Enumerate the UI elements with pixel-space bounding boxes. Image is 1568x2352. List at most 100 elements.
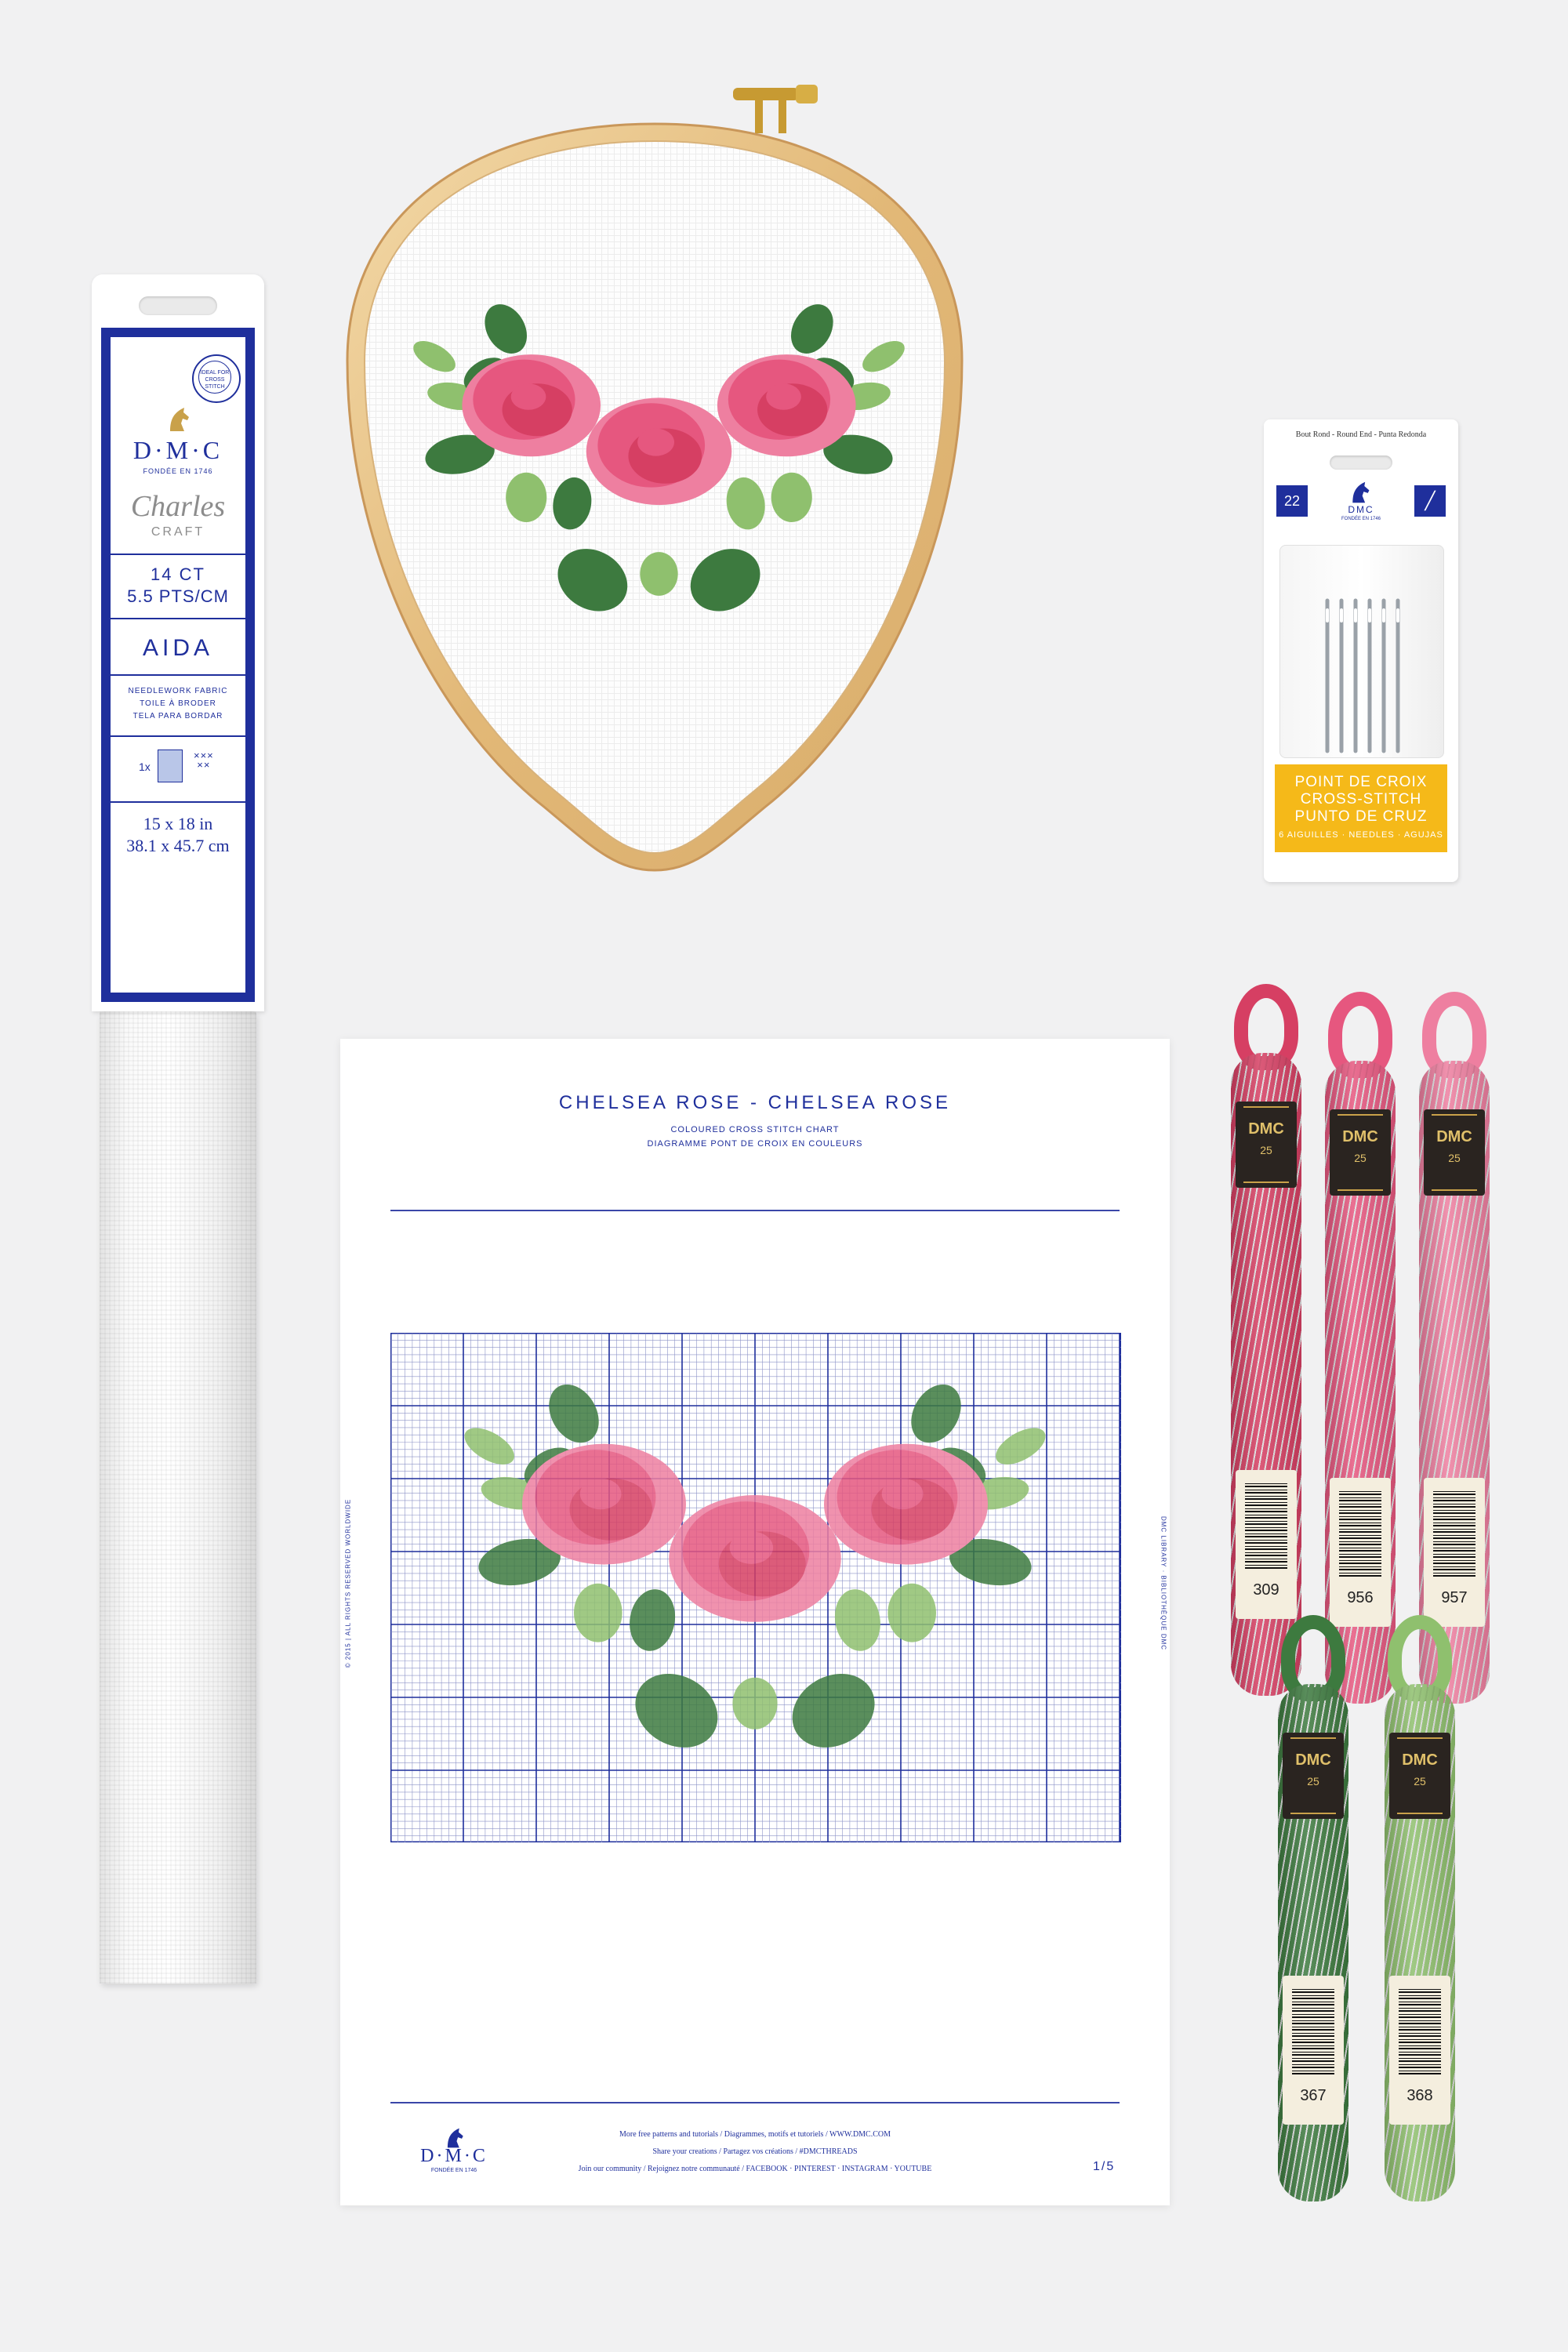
rose-leaf bbox=[506, 472, 547, 522]
rose-leaf bbox=[771, 472, 812, 522]
needle-line3: PUNTO DE CRUZ bbox=[1294, 808, 1428, 825]
skein-band-top: DMC 25 bbox=[1424, 1109, 1485, 1196]
divider bbox=[390, 1210, 1120, 1211]
rose-leaf bbox=[640, 552, 678, 596]
dmc-founded: FONDÉE EN 1746 bbox=[143, 467, 213, 475]
thread-size: 25 bbox=[1414, 1775, 1426, 1788]
skein-band-top: DMC 25 bbox=[1236, 1102, 1297, 1188]
thread-skein-309: DMC 25 309 bbox=[1223, 984, 1309, 1705]
desc-en: NEEDLEWORK FABRIC bbox=[128, 687, 228, 695]
rose-leaf bbox=[574, 1583, 622, 1642]
needle-line4: 6 AIGUILLES · NEEDLES · AGUJAS bbox=[1279, 830, 1443, 840]
needle-pack: Bout Rond - Round End - Punta Redonda 22… bbox=[1264, 419, 1458, 882]
needle-brand: DMC bbox=[1348, 504, 1374, 515]
dmc-brand: D·M·C bbox=[132, 436, 223, 464]
thread-skein-367: DMC 25 367 bbox=[1270, 1615, 1356, 2211]
rose-petal bbox=[766, 383, 801, 410]
needle-line1: POINT DE CROIX bbox=[1294, 774, 1428, 790]
rose-petal bbox=[579, 1478, 622, 1510]
needles bbox=[1325, 598, 1400, 753]
needle-blister bbox=[1279, 545, 1444, 758]
thread-count: 14 CT bbox=[151, 564, 205, 584]
dmc-horse-logo bbox=[1348, 481, 1372, 504]
needle-pack-header: Bout Rond - Round End - Punta Redonda bbox=[1295, 430, 1427, 439]
divider bbox=[111, 618, 245, 619]
rose-leaf bbox=[732, 1677, 778, 1730]
pack-label: IDEAL FOR CROSS STITCH D·M·C FONDÉE EN 1… bbox=[111, 337, 245, 993]
desc-fr: TOILE À BRODER bbox=[140, 699, 216, 708]
skein-band-bottom: 956 bbox=[1330, 1478, 1391, 1627]
thread-number: 957 bbox=[1441, 1589, 1468, 1606]
chart-sheet: CHELSEA ROSE - CHELSEA ROSE COLOURED CRO… bbox=[340, 1039, 1170, 2205]
qty-label: 1x bbox=[139, 760, 151, 773]
skein-band-bottom: 368 bbox=[1389, 1976, 1450, 2125]
rose-petal bbox=[637, 428, 675, 456]
thread-number: 367 bbox=[1300, 2087, 1327, 2104]
skein-band-top: DMC 25 bbox=[1389, 1733, 1450, 1819]
thread-number: 309 bbox=[1253, 1581, 1279, 1599]
skein-band-top: DMC 25 bbox=[1330, 1109, 1391, 1196]
dmc-horse-logo bbox=[165, 406, 192, 433]
rose-petal bbox=[729, 1531, 774, 1564]
divider bbox=[111, 801, 245, 803]
needle-line2: CROSS-STITCH bbox=[1300, 791, 1422, 808]
series-name-2: CRAFT bbox=[151, 525, 205, 539]
thread-size: 25 bbox=[1448, 1152, 1461, 1164]
barcode bbox=[1339, 1490, 1381, 1577]
fabric-icon bbox=[158, 750, 183, 782]
barcode bbox=[1245, 1483, 1287, 1569]
footer-line3: Join our community / Rejoignez notre com… bbox=[578, 2165, 932, 2173]
copyright-side: © 2015 | ALL RIGHTS RESERVED WORLDWIDE bbox=[344, 1498, 352, 1668]
divider bbox=[111, 735, 245, 737]
aida-fabric-pack: IDEAL FOR CROSS STITCH D·M·C FONDÉE EN 1… bbox=[92, 274, 264, 1984]
library-side: DMC LIBRARY · BIBLIOTHÈQUE DMC bbox=[1160, 1515, 1167, 1651]
thread-size: 25 bbox=[1260, 1144, 1272, 1156]
thread-skein-368: DMC 25 368 bbox=[1377, 1615, 1463, 2211]
cross-stitch-icon: ××× ×× bbox=[194, 750, 214, 771]
needle-icon: ╱ bbox=[1414, 485, 1446, 517]
series-name: Charles bbox=[130, 490, 226, 523]
rose-petal bbox=[510, 383, 546, 410]
fabric-type: AIDA bbox=[142, 635, 214, 661]
footer-line1: More free patterns and tutorials / Diagr… bbox=[619, 2130, 891, 2139]
barcode bbox=[1292, 1988, 1334, 2074]
chart-subtitle-fr: DIAGRAMME PONT DE CROIX EN COULEURS bbox=[647, 1139, 863, 1149]
hang-hole bbox=[139, 296, 217, 315]
dmc-thread-logo: DMC bbox=[1436, 1128, 1472, 1145]
desc-es: TELA PARA BORDAR bbox=[132, 712, 223, 720]
barcode bbox=[1433, 1490, 1475, 1577]
page-number: 1/5 bbox=[1093, 2160, 1116, 2173]
divider bbox=[390, 2102, 1120, 2103]
dmc-thread-logo: DMC bbox=[1248, 1120, 1284, 1138]
cross-stitch-chart bbox=[389, 1331, 1123, 1846]
needle-brand-sub: FONDÉE EN 1746 bbox=[1341, 517, 1381, 521]
pack-header-card: IDEAL FOR CROSS STITCH D·M·C FONDÉE EN 1… bbox=[92, 274, 264, 1011]
dmc-thread-logo: DMC bbox=[1295, 1751, 1331, 1769]
size-cm: 38.1 x 45.7 cm bbox=[126, 836, 230, 855]
dmc-thread-logo: DMC bbox=[1342, 1128, 1378, 1145]
skein-band-bottom: 309 bbox=[1236, 1470, 1297, 1619]
rose-petal bbox=[881, 1478, 924, 1510]
skein-band-top: DMC 25 bbox=[1283, 1733, 1344, 1819]
divider bbox=[111, 674, 245, 676]
skein-band-bottom: 367 bbox=[1283, 1976, 1344, 2125]
embroidery-hoop bbox=[325, 78, 984, 972]
thread-count-metric: 5.5 PTS/CM bbox=[127, 586, 229, 606]
needle-size-box: 22 bbox=[1276, 485, 1308, 517]
hoop-screw bbox=[733, 85, 818, 133]
thread-skein-957: DMC 25 957 bbox=[1411, 992, 1497, 1713]
thread-number: 368 bbox=[1406, 2087, 1433, 2104]
dmc-thread-logo: DMC bbox=[1402, 1751, 1438, 1769]
stamp-text: IDEAL FOR CROSS STITCH bbox=[198, 361, 231, 394]
chart-title: CHELSEA ROSE - CHELSEA ROSE bbox=[558, 1092, 952, 1113]
fabric-roll bbox=[100, 1011, 256, 1984]
skein-band-bottom: 957 bbox=[1424, 1478, 1485, 1627]
barcode bbox=[1399, 1988, 1441, 2074]
thread-number: 956 bbox=[1347, 1589, 1374, 1606]
rose-leaf bbox=[887, 1583, 936, 1642]
size-in: 15 x 18 in bbox=[143, 814, 213, 833]
thread-size: 25 bbox=[1307, 1775, 1319, 1788]
chart-subtitle-en: COLOURED CROSS STITCH CHART bbox=[670, 1125, 840, 1134]
thread-size: 25 bbox=[1354, 1152, 1367, 1164]
hang-hole bbox=[1330, 456, 1392, 470]
